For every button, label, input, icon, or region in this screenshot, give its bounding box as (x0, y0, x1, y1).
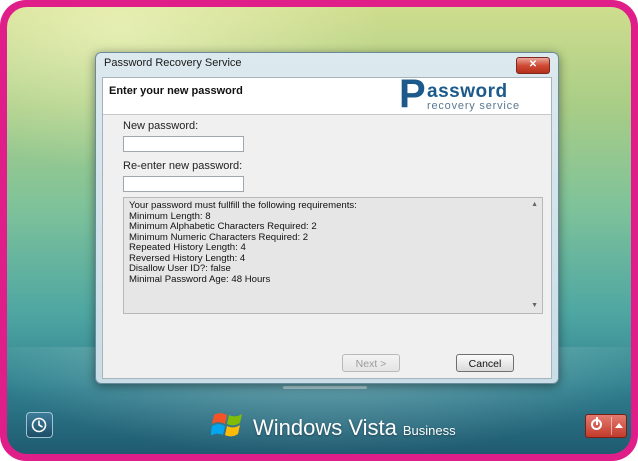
brand-edition: Business (402, 423, 456, 438)
windows-flag-icon (211, 413, 242, 437)
requirement-line: Repeated History Length: 4 (129, 242, 246, 253)
title-bar: Password Recovery Service ✕ (96, 53, 558, 77)
next-button[interactable]: Next > (342, 354, 400, 372)
dialog-header: Enter your new password P assword recove… (103, 74, 551, 115)
new-password-field[interactable] (123, 136, 244, 152)
close-icon: ✕ (528, 59, 538, 70)
requirements-box[interactable]: Your password must fullfill the followin… (123, 197, 543, 314)
close-button[interactable]: ✕ (516, 57, 550, 74)
requirement-line: Your password must fullfill the followin… (129, 200, 357, 211)
requirement-line: Minimum Alphabetic Characters Required: … (129, 221, 317, 232)
brand-main: Windows Vista (253, 415, 397, 440)
scroll-down-arrow-icon[interactable]: ▼ (531, 302, 538, 309)
requirements-text: Your password must fullfill the followin… (129, 200, 357, 285)
ease-of-access-icon (31, 417, 47, 433)
password-recovery-logo: P assword recovery service (399, 74, 547, 114)
power-options-arrow-icon[interactable] (615, 423, 623, 428)
logo-sub-text: recovery service (427, 100, 520, 112)
scroll-up-arrow-icon[interactable]: ▲ (531, 201, 538, 208)
requirement-line: Disallow User ID?: false (129, 263, 231, 274)
reenter-password-label: Re-enter new password: (123, 160, 243, 172)
power-icon-line (596, 417, 598, 425)
dialog-content: Enter your new password P assword recove… (102, 74, 552, 379)
logo-initial: P (399, 72, 426, 116)
reenter-password-field[interactable] (123, 176, 244, 192)
brand-text: Windows Vista Business (253, 415, 456, 441)
logo-main-text: assword (427, 81, 508, 102)
cancel-button[interactable]: Cancel (456, 354, 514, 372)
ease-of-access-button[interactable] (26, 412, 53, 438)
dialog-footer: Next > Cancel (103, 350, 551, 378)
shutdown-button[interactable] (585, 414, 627, 438)
new-password-label: New password: (123, 120, 199, 132)
window-reflection (283, 386, 367, 389)
requirement-line: Minimal Password Age: 48 Hours (129, 273, 271, 285)
power-separator (611, 417, 612, 435)
password-recovery-dialog: Password Recovery Service ✕ Enter your n… (95, 52, 559, 384)
window-title: Password Recovery Service (104, 57, 242, 69)
page-title: Enter your new password (109, 85, 243, 97)
